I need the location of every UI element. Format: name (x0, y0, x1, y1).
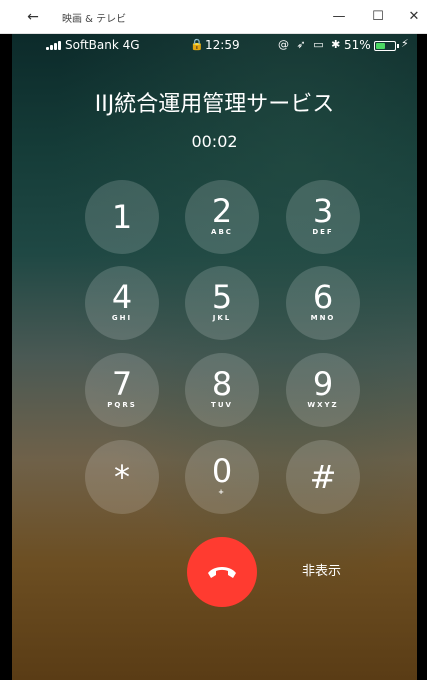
key-letters: JKL (212, 314, 232, 322)
call-duration: 00:02 (191, 132, 238, 151)
key-letters: TUV (211, 401, 233, 409)
keypad-key-0[interactable]: 0 + (185, 440, 259, 514)
key-letters: GHI (111, 314, 133, 322)
status-icons: @ ➶ ▭ ✱ (278, 38, 343, 51)
signal-strength-icon (46, 41, 62, 50)
close-button[interactable]: ✕ (401, 7, 427, 27)
key-digit: 3 (312, 192, 334, 230)
key-digit: 9 (312, 365, 334, 403)
call-contact-name: IIJ統合運用管理サービス (94, 92, 335, 117)
end-call-button[interactable] (187, 537, 257, 607)
carrier-label: SoftBank 4G (65, 38, 140, 52)
key-letters: MNO (310, 314, 336, 322)
status-bar: SoftBank 4G 🔒 12:59 @ ➶ ▭ ✱ 51% ⚡ (12, 34, 417, 56)
key-digit: 8 (211, 365, 233, 403)
back-arrow-icon[interactable]: ← (22, 9, 44, 25)
key-letters: + (218, 488, 226, 496)
key-letters: ABC (211, 228, 233, 236)
keypad-key-3[interactable]: 3 DEF (286, 180, 360, 254)
letterbox-left (0, 34, 12, 680)
charging-icon: ⚡ (401, 37, 409, 50)
keypad-key-7[interactable]: 7 PQRS (85, 353, 159, 427)
end-call-phone-icon (208, 567, 236, 578)
rotation-lock-icon: 🔒 (190, 38, 204, 51)
keypad-key-4[interactable]: 4 GHI (85, 266, 159, 340)
keypad-key-9[interactable]: 9 WXYZ (286, 353, 360, 427)
key-digit: 2 (211, 192, 233, 230)
keypad-key-2[interactable]: 2 ABC (185, 180, 259, 254)
key-digit: # (309, 458, 337, 496)
window-titlebar: ← 映画 & テレビ — ☐ ✕ (0, 0, 427, 34)
key-letters: DEF (312, 228, 334, 236)
keypad-key-hash[interactable]: # (286, 440, 360, 514)
battery-level-fill (376, 43, 385, 49)
minimize-button[interactable]: — (326, 7, 352, 27)
status-time: 12:59 (205, 38, 240, 52)
keypad-key-1[interactable]: 1 (85, 180, 159, 254)
keypad-key-6[interactable]: 6 MNO (286, 266, 360, 340)
phone-screen: SoftBank 4G 🔒 12:59 @ ➶ ▭ ✱ 51% ⚡ IIJ統合運… (12, 34, 417, 680)
key-digit: * (114, 458, 130, 496)
key-digit: 7 (111, 365, 133, 403)
keypad-key-8[interactable]: 8 TUV (185, 353, 259, 427)
battery-percent: 51% (344, 38, 371, 52)
key-digit: 5 (211, 278, 233, 316)
window-title: 映画 & テレビ (62, 14, 127, 25)
hide-keypad-button[interactable]: 非表示 (302, 560, 341, 579)
battery-icon (374, 41, 396, 51)
keypad-key-5[interactable]: 5 JKL (185, 266, 259, 340)
key-digit: 1 (111, 198, 133, 236)
key-digit: 4 (111, 278, 133, 316)
battery-tip (397, 44, 399, 48)
maximize-button[interactable]: ☐ (365, 7, 391, 27)
key-digit: 6 (312, 278, 334, 316)
keypad-key-star[interactable]: * (85, 440, 159, 514)
key-digit: 0 (211, 452, 233, 490)
key-letters: PQRS (107, 401, 137, 409)
key-letters: WXYZ (307, 401, 339, 409)
letterbox-right (417, 34, 427, 680)
